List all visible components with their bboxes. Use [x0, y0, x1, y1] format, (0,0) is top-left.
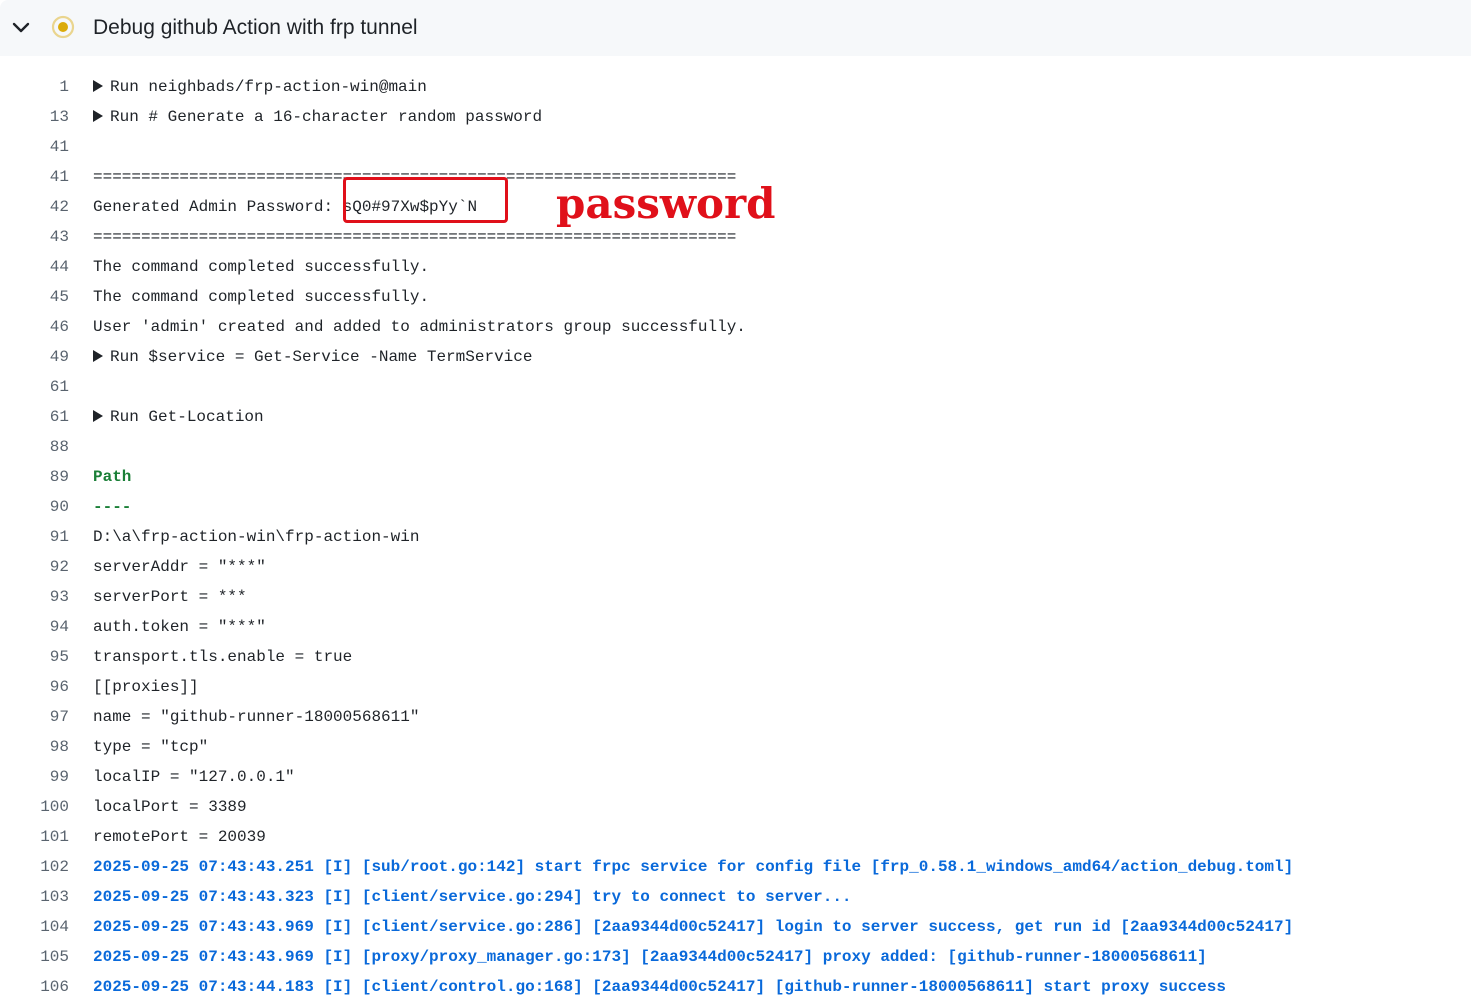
log-line: 61 — [0, 372, 1471, 402]
log-line: 98 type = "tcp" — [0, 732, 1471, 762]
caret-right-icon[interactable] — [93, 80, 103, 92]
password-annotation: password — [556, 179, 776, 228]
log-group-line[interactable]: 49 Run $service = Get-Service -Name TermS… — [0, 342, 1471, 372]
log-line: 95 transport.tls.enable = true — [0, 642, 1471, 672]
line-text: localPort = 3389 — [93, 798, 247, 816]
line-number[interactable]: 41 — [0, 162, 69, 192]
log-line: 102 2025-09-25 07:43:43.251 [I] [sub/root… — [0, 852, 1471, 882]
job-log-page: Debug github Action with frp tunnel 1 Run… — [0, 0, 1471, 1008]
chevron-down-icon[interactable] — [10, 17, 32, 39]
line-text: serverAddr = "***" — [93, 558, 266, 576]
line-number[interactable]: 90 — [0, 492, 69, 522]
line-number[interactable]: 99 — [0, 762, 69, 792]
log-line: 92 serverAddr = "***" — [0, 552, 1471, 582]
caret-right-icon[interactable] — [93, 410, 103, 422]
line-text: Run Get-Location — [93, 402, 264, 432]
caret-right-icon[interactable] — [93, 110, 103, 122]
caret-right-icon[interactable] — [93, 350, 103, 362]
line-number[interactable]: 104 — [0, 912, 69, 942]
line-text: auth.token = "***" — [93, 618, 266, 636]
line-text: name = "github-runner-18000568611" — [93, 708, 420, 726]
log-group-line[interactable]: 61 Run Get-Location — [0, 402, 1471, 432]
line-number[interactable]: 13 — [0, 102, 69, 132]
line-number[interactable]: 93 — [0, 582, 69, 612]
log-line: 103 2025-09-25 07:43:43.323 [I] [client/s… — [0, 882, 1471, 912]
line-text: remotePort = 20039 — [93, 828, 266, 846]
line-text: [[proxies]] — [93, 678, 199, 696]
line-text: serverPort = *** — [93, 588, 247, 606]
line-number[interactable]: 49 — [0, 342, 69, 372]
line-text: 2025-09-25 07:43:44.183 [I] [client/cont… — [93, 978, 1226, 996]
log-line: 97 name = "github-runner-18000568611" — [0, 702, 1471, 732]
line-number[interactable]: 46 — [0, 312, 69, 342]
log-line: 89 Path — [0, 462, 1471, 492]
step-header[interactable]: Debug github Action with frp tunnel — [0, 0, 1471, 56]
line-text: The command completed successfully. — [93, 258, 430, 276]
line-number[interactable]: 105 — [0, 942, 69, 972]
log-line: 101 remotePort = 20039 — [0, 822, 1471, 852]
line-number[interactable]: 42 — [0, 192, 69, 222]
log-line: 96 [[proxies]] — [0, 672, 1471, 702]
line-text: Run neighbads/frp-action-win@main — [93, 72, 427, 102]
line-text: localIP = "127.0.0.1" — [93, 768, 295, 786]
in-progress-status-icon — [51, 15, 75, 39]
line-number[interactable]: 101 — [0, 822, 69, 852]
line-number[interactable]: 41 — [0, 132, 69, 162]
log-line: 88 — [0, 432, 1471, 462]
line-text: D:\a\frp-action-win\frp-action-win — [93, 528, 420, 546]
line-number[interactable]: 94 — [0, 612, 69, 642]
line-text: Run # Generate a 16-character random pas… — [93, 102, 542, 132]
line-text: 2025-09-25 07:43:43.969 [I] [client/serv… — [93, 918, 1294, 936]
group-label: Run Get-Location — [110, 408, 264, 426]
line-number[interactable]: 102 — [0, 852, 69, 882]
log-line: 90 ---- — [0, 492, 1471, 522]
line-number[interactable]: 88 — [0, 432, 69, 462]
line-number[interactable]: 96 — [0, 672, 69, 702]
line-text: 2025-09-25 07:43:43.323 [I] [client/serv… — [93, 888, 852, 906]
line-number[interactable]: 92 — [0, 552, 69, 582]
log-group-line[interactable]: 1 Run neighbads/frp-action-win@main — [0, 72, 1471, 102]
line-number[interactable]: 98 — [0, 732, 69, 762]
line-text: type = "tcp" — [93, 738, 209, 756]
line-text: 2025-09-25 07:43:43.251 [I] [sub/root.go… — [93, 858, 1294, 876]
log-line: 44 The command completed successfully. — [0, 252, 1471, 282]
line-number[interactable]: 100 — [0, 792, 69, 822]
line-text: ---- — [93, 498, 132, 516]
line-number[interactable]: 44 — [0, 252, 69, 282]
line-number[interactable]: 91 — [0, 522, 69, 552]
group-label: Run neighbads/frp-action-win@main — [110, 78, 427, 96]
log-line: 105 2025-09-25 07:43:43.969 [I] [proxy/pr… — [0, 942, 1471, 972]
group-label: Run # Generate a 16-character random pas… — [110, 108, 543, 126]
line-number[interactable]: 61 — [0, 402, 69, 432]
password-highlight-box — [343, 177, 508, 223]
line-number[interactable]: 89 — [0, 462, 69, 492]
log-line: 45 The command completed successfully. — [0, 282, 1471, 312]
log-line: 100 localPort = 3389 — [0, 792, 1471, 822]
log-line: 41 — [0, 132, 1471, 162]
line-number[interactable]: 61 — [0, 372, 69, 402]
line-text: The command completed successfully. — [93, 288, 430, 306]
log-line: 106 2025-09-25 07:43:44.183 [I] [client/c… — [0, 972, 1471, 1002]
line-text: User 'admin' created and added to admini… — [93, 318, 746, 336]
line-text: Path — [93, 468, 132, 486]
line-number[interactable]: 1 — [0, 72, 69, 102]
line-text: 2025-09-25 07:43:43.969 [I] [proxy/proxy… — [93, 948, 1207, 966]
log-line: 46 User 'admin' created and added to admi… — [0, 312, 1471, 342]
step-title: Debug github Action with frp tunnel — [93, 16, 418, 39]
log-line: 104 2025-09-25 07:43:43.969 [I] [client/s… — [0, 912, 1471, 942]
line-text: transport.tls.enable = true — [93, 648, 353, 666]
line-text: Run $service = Get-Service -Name TermSer… — [93, 342, 532, 372]
log-line: 91 D:\a\frp-action-win\frp-action-win — [0, 522, 1471, 552]
group-label: Run $service = Get-Service -Name TermSer… — [110, 348, 533, 366]
log-line: 99 localIP = "127.0.0.1" — [0, 762, 1471, 792]
line-number[interactable]: 45 — [0, 282, 69, 312]
line-number[interactable]: 103 — [0, 882, 69, 912]
line-number[interactable]: 106 — [0, 972, 69, 1002]
log-line: 93 serverPort = *** — [0, 582, 1471, 612]
log-line: 94 auth.token = "***" — [0, 612, 1471, 642]
log-group-line[interactable]: 13 Run # Generate a 16-character random p… — [0, 102, 1471, 132]
line-number[interactable]: 97 — [0, 702, 69, 732]
line-number[interactable]: 43 — [0, 222, 69, 252]
line-number[interactable]: 95 — [0, 642, 69, 672]
